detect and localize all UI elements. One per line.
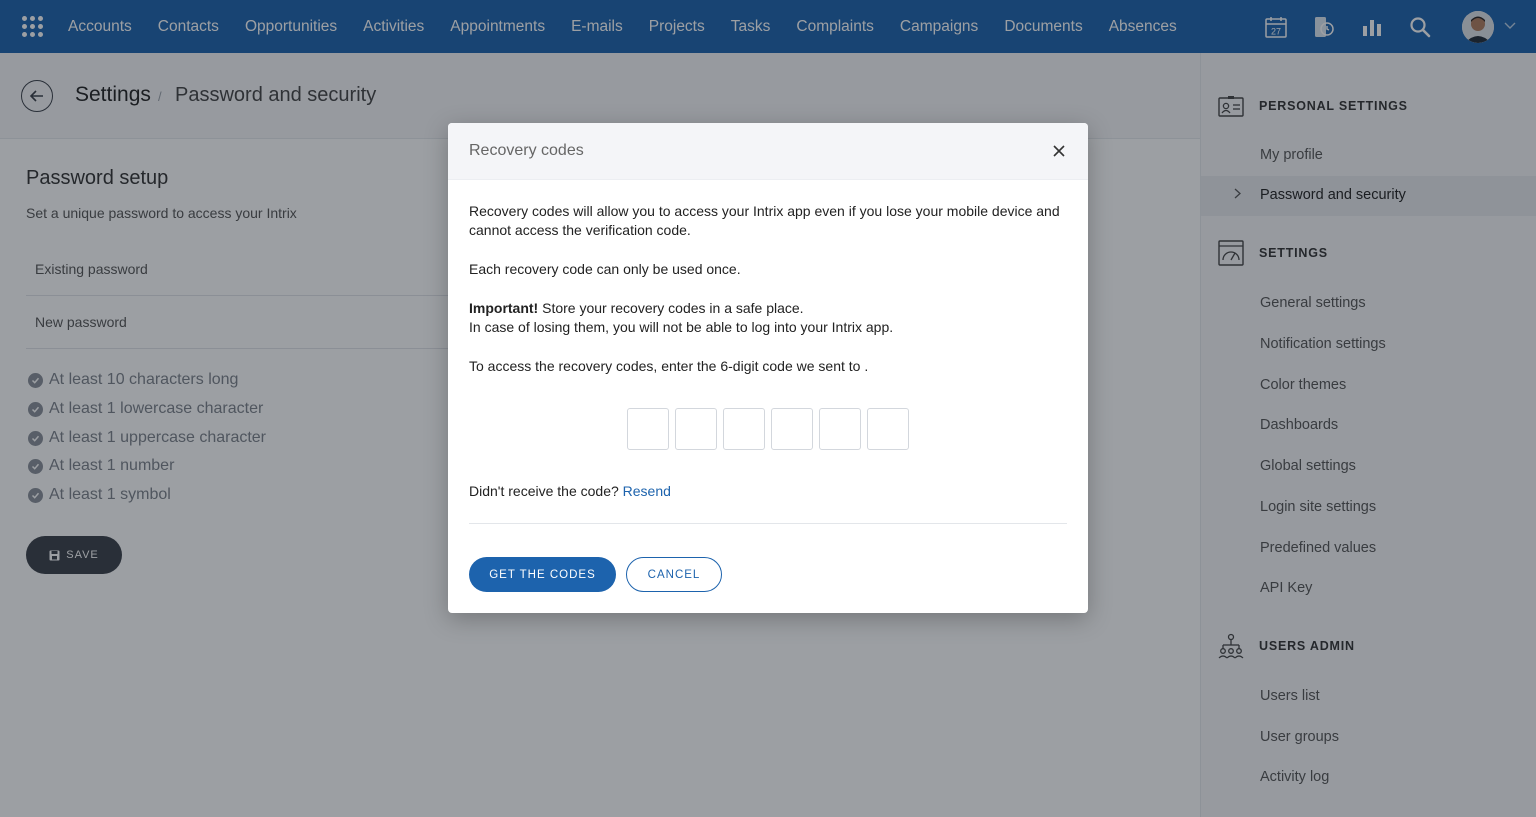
recovery-codes-dialog: Recovery codes Recovery codes will allow… (448, 123, 1088, 613)
dialog-title: Recovery codes (469, 142, 584, 159)
code-digit-input[interactable] (819, 408, 861, 450)
close-icon[interactable] (1052, 144, 1066, 158)
resend-link[interactable]: Resend (623, 483, 671, 499)
code-digit-input[interactable] (771, 408, 813, 450)
code-digit-input[interactable] (675, 408, 717, 450)
important-text: Store your recovery codes in a safe plac… (538, 300, 804, 316)
dialog-single-use-text: Each recovery code can only be used once… (469, 261, 741, 277)
resend-prompt-text: Didn't receive the code? (469, 483, 619, 499)
get-the-codes-button[interactable]: GET THE CODES (469, 557, 616, 592)
dialog-intro-text: Recovery codes will allow you to access … (469, 203, 1060, 238)
dialog-instruction-text: To access the recovery codes, enter the … (469, 358, 869, 374)
code-digit-input[interactable] (627, 408, 669, 450)
dialog-important-text: Important! Store your recovery codes in … (469, 299, 1069, 337)
important-text-line2: In case of losing them, you will not be … (469, 319, 894, 335)
resend-prompt: Didn't receive the code? Resend (469, 483, 671, 499)
cancel-button[interactable]: CANCEL (626, 557, 722, 592)
dialog-divider (469, 523, 1067, 524)
important-label: Important! (469, 300, 539, 316)
code-digit-input[interactable] (867, 408, 909, 450)
dialog-header: Recovery codes (448, 123, 1088, 180)
verification-code-inputs (627, 408, 915, 450)
code-digit-input[interactable] (723, 408, 765, 450)
